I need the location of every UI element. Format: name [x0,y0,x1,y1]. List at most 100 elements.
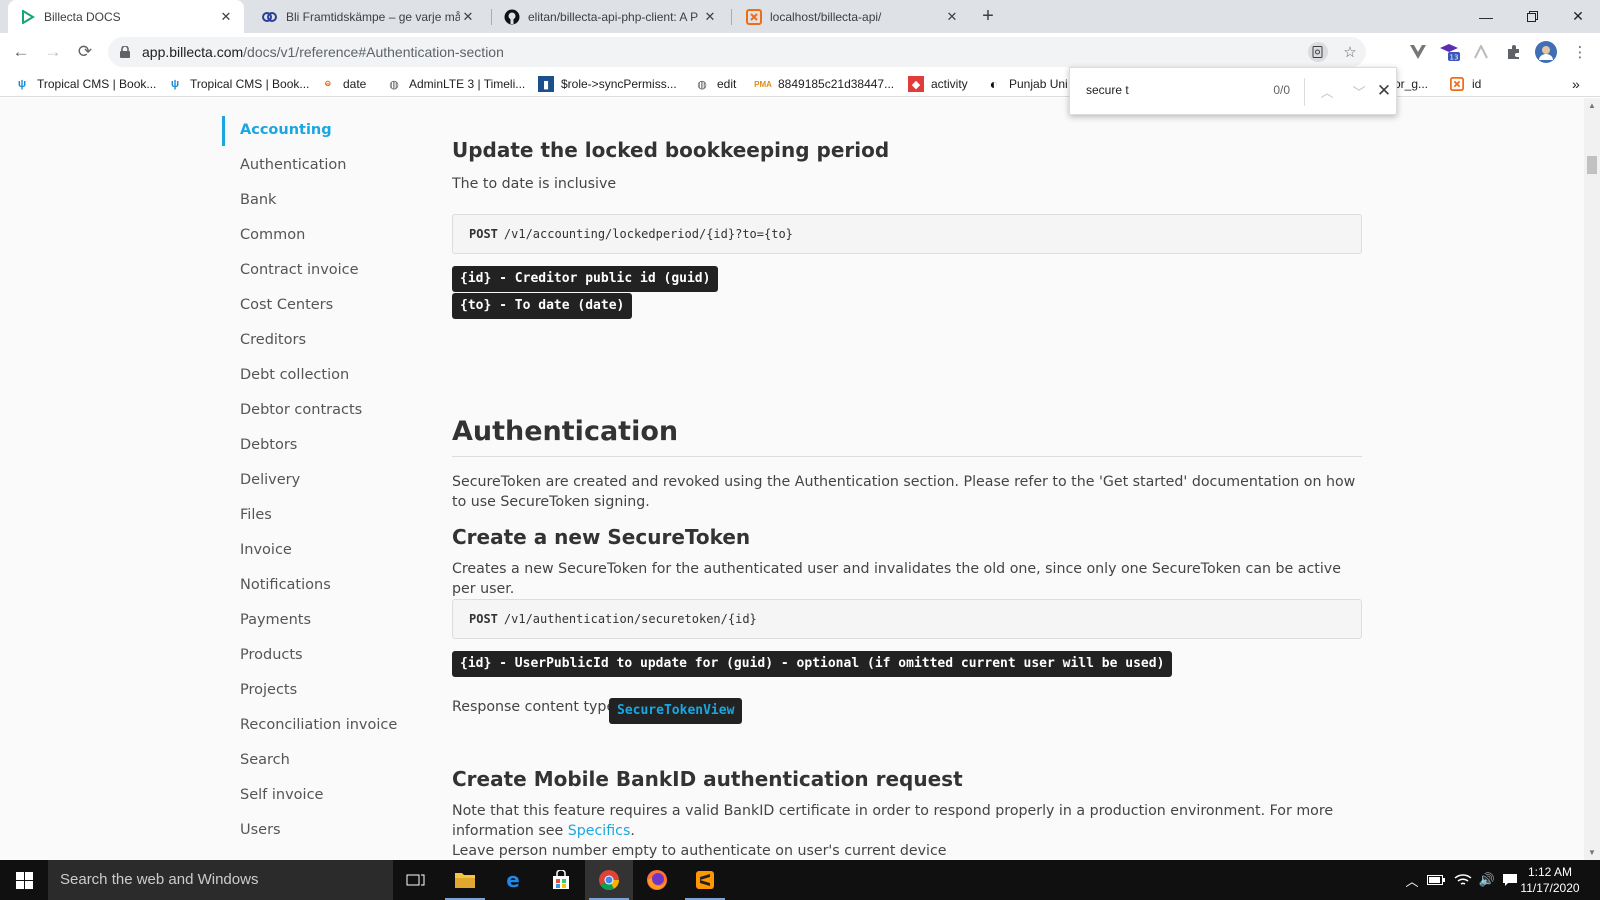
page-scrollbar[interactable]: ▲ ▼ [1584,98,1600,860]
close-tab-icon[interactable]: ✕ [460,9,476,25]
sidebar-item-self-invoice[interactable]: Self invoice [240,787,323,803]
http-method: POST [469,612,498,626]
bookmark-item[interactable]: ဓ date [320,75,366,93]
forward-icon[interactable]: → [40,39,66,65]
sidebar-item-invoice[interactable]: Invoice [240,542,292,558]
extensions-puzzle-icon[interactable] [1502,40,1526,64]
sidebar-item-debt-collection[interactable]: Debt collection [240,367,349,383]
bookmark-label: id [1472,77,1482,91]
graduation-cap-icon[interactable]: 13 [1438,40,1462,64]
sidebar-item-debtor-contracts[interactable]: Debtor contracts [240,402,362,418]
bookmark-item[interactable]: ψ Tropical CMS | Book... [14,75,157,93]
bookmark-icon: ▮ [538,76,554,92]
volume-icon[interactable]: 🔊 [1476,860,1498,900]
tab-localhost[interactable]: localhost/billecta-api/ ✕ [734,0,970,33]
firefox-icon[interactable] [633,860,681,900]
specifics-link[interactable]: Specifics [568,823,631,839]
chrome-icon[interactable] [585,860,633,900]
section-desc: SecureToken are created and revoked usin… [452,474,1356,510]
back-icon[interactable]: ← [8,39,34,65]
store-icon[interactable] [537,860,585,900]
sidebar-item-projects[interactable]: Projects [240,682,297,698]
bookmark-item[interactable]: ψ Tropical CMS | Book... [167,75,310,93]
taskbar-clock[interactable]: 1:12 AM 11/17/2020 [1518,864,1582,896]
bookmark-label: $role->syncPermiss... [561,77,677,91]
vue-devtools-icon[interactable] [1406,40,1430,64]
sidebar-item-authentication[interactable]: Authentication [240,157,346,173]
bookmark-item[interactable]: ◍ AdminLTE 3 | Timeli... [386,75,525,93]
bankid-desc-2: Leave person number empty to authenticat… [452,843,947,859]
reload-icon[interactable]: ⟳ [72,39,98,65]
pma-icon: PMA [754,79,772,89]
sidebar-item-files[interactable]: Files [240,507,272,523]
sidebar-item-reconciliation-invoice[interactable]: Reconciliation invoice [240,717,397,733]
bookmark-item[interactable]: ◆ activity [908,75,968,93]
sidebar-item-users[interactable]: Users [240,822,281,838]
sidebar-item-contract-invoice[interactable]: Contract invoice [240,262,359,278]
chrome-menu-icon[interactable]: ⋮ [1568,40,1592,64]
section-divider [452,456,1362,457]
sidebar-item-bank[interactable]: Bank [240,192,276,208]
tray-chevron-icon[interactable]: ︿ [1404,860,1420,900]
contrast-icon: ◐ [989,76,999,92]
bookmark-item[interactable]: PMA 8849185c21d38447... [754,75,895,93]
find-next-icon[interactable]: ﹀ [1348,80,1370,102]
sidebar-item-delivery[interactable]: Delivery [240,472,300,488]
sidebar-item-cost-centers[interactable]: Cost Centers [240,297,333,313]
find-input[interactable]: secure t [1086,83,1129,97]
url-text[interactable]: app.billecta.com/docs/v1/reference#Authe… [142,44,504,60]
http-method: POST [469,227,498,241]
bookmark-label: Tropical CMS | Book... [190,77,310,91]
sidebar-item-accounting[interactable]: Accounting [240,122,332,138]
response-type-link[interactable]: SecureTokenView [609,698,743,724]
sidebar-item-payments[interactable]: Payments [240,612,311,628]
sidebar-item-notifications[interactable]: Notifications [240,577,331,593]
bookmark-item[interactable]: or_g... [1394,75,1428,93]
active-indicator [222,116,225,146]
sidebar-item-products[interactable]: Products [240,647,303,663]
bookmark-item[interactable]: id [1449,75,1481,93]
new-tab-button[interactable]: + [976,5,1000,29]
avatar[interactable] [1534,40,1558,64]
wifi-icon[interactable] [1452,860,1474,900]
close-tab-icon[interactable]: ✕ [944,9,960,25]
close-tab-icon[interactable]: ✕ [218,9,234,25]
sublime-text-icon[interactable] [681,860,729,900]
minimize-icon[interactable]: — [1463,0,1509,33]
windows-start-icon[interactable] [0,860,48,900]
bookmark-item[interactable]: ◍ edit [694,75,736,93]
bookmark-star-icon[interactable]: ☆ [1340,42,1360,62]
scroll-thumb[interactable] [1587,156,1597,174]
action-center-icon[interactable] [1500,860,1520,900]
bookmarks-overflow-icon[interactable]: » [1572,75,1580,93]
bankid-desc-end: . [630,823,635,839]
taskbar-search[interactable]: Search the web and Windows [48,860,393,900]
extension-a-icon[interactable] [1470,40,1494,64]
tab-framtid[interactable]: Bli Framtidskämpe – ge varje må ✕ [250,0,486,33]
address-bar[interactable]: app.billecta.com/docs/v1/reference#Authe… [108,37,1366,67]
sidebar-item-common[interactable]: Common [240,227,305,243]
find-previous-icon[interactable]: ︿ [1316,80,1338,102]
url-host: app.billecta.com [142,44,244,60]
find-close-icon[interactable]: ✕ [1373,80,1395,102]
tab-github[interactable]: elitan/billecta-api-php-client: A P ✕ [492,0,728,33]
battery-icon[interactable] [1424,860,1448,900]
close-window-icon[interactable]: ✕ [1555,0,1600,33]
tab-billecta-docs[interactable]: Billecta DOCS ✕ [8,0,244,33]
close-tab-icon[interactable]: ✕ [702,9,718,25]
edge-icon[interactable]: e [489,860,537,900]
scroll-up-icon[interactable]: ▲ [1588,101,1596,110]
sidebar-item-search[interactable]: Search [240,752,290,768]
sidebar-item-debtors[interactable]: Debtors [240,437,297,453]
find-in-page-icon[interactable] [1308,42,1328,62]
browser-toolbar: ← → ⟳ app.billecta.com/docs/v1/reference… [0,33,1600,71]
task-view-icon[interactable] [392,860,440,900]
bookmark-item[interactable]: ◐ Punjab Uni [986,75,1068,93]
scroll-down-icon[interactable]: ▼ [1588,848,1596,857]
sidebar-item-creditors[interactable]: Creditors [240,332,306,348]
bookmark-label: 8849185c21d38447... [778,77,895,91]
file-explorer-icon[interactable] [441,860,489,900]
billecta-icon [20,9,36,25]
bookmark-item[interactable]: ▮ $role->syncPermiss... [538,75,677,93]
restore-icon[interactable] [1509,0,1555,33]
